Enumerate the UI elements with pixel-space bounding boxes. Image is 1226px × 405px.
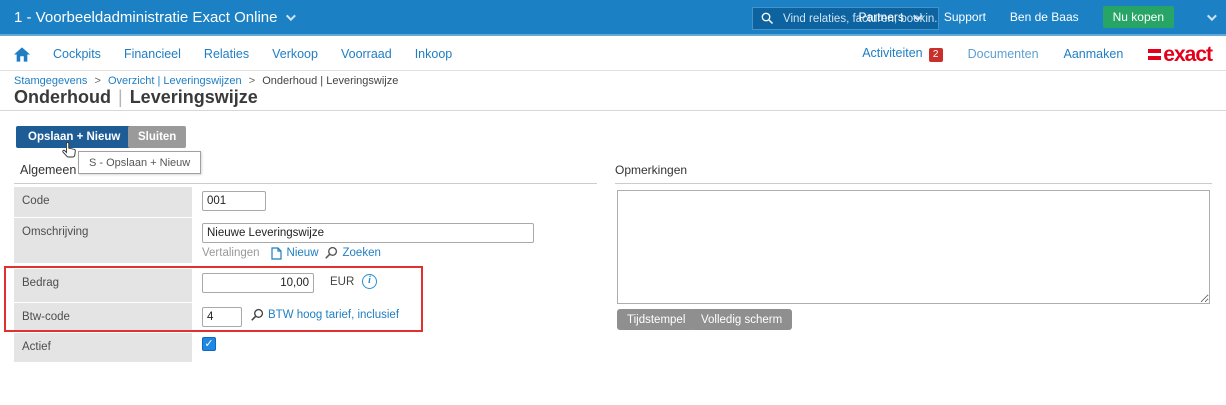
administration-switcher[interactable]: 1 - Voorbeeldadministratie Exact Online: [14, 0, 293, 34]
form-row-code: Code: [14, 187, 598, 217]
administration-title: 1 - Voorbeeldadministratie Exact Online: [14, 9, 277, 26]
nav-left: Cockpits Financieel Relaties Verkoop Voo…: [0, 47, 452, 62]
opmerkingen-label: Opmerkingen: [615, 163, 687, 177]
breadcrumb-link-stamgegevens[interactable]: Stamgegevens: [14, 75, 87, 87]
exact-logo: exact: [1148, 44, 1212, 65]
topbar-right: Partners Support Ben de Baas Nu kopen: [859, 0, 1214, 34]
close-button[interactable]: Sluiten: [128, 126, 186, 148]
nav-item-aanmaken[interactable]: Aanmaken: [1064, 47, 1124, 61]
omschrijving-label: Omschrijving: [14, 218, 192, 263]
btw-code-input[interactable]: [202, 307, 242, 327]
support-link[interactable]: Support: [944, 10, 986, 24]
bedrag-label: Bedrag: [14, 269, 192, 302]
tab-underline: [14, 183, 597, 184]
breadcrumb-current: Onderhoud | Leveringswijze: [262, 75, 398, 87]
nav-right: Activiteiten2 Documenten Aanmaken exact: [862, 38, 1212, 70]
activiteiten-count-badge: 2: [929, 48, 943, 62]
form-row-omschrijving: Omschrijving Vertalingen Nieuw Zoeken: [14, 218, 598, 263]
partners-menu[interactable]: Partners: [859, 10, 920, 24]
search-icon: [761, 12, 774, 25]
page-title: Onderhoud|Leveringswijze: [14, 87, 258, 108]
chevron-down-icon[interactable]: [1207, 11, 1217, 21]
nav-item-activiteiten[interactable]: Activiteiten2: [862, 46, 942, 62]
nav-item-verkoop[interactable]: Verkoop: [272, 47, 318, 61]
omschrijving-input[interactable]: [202, 223, 534, 243]
nav-item-financieel[interactable]: Financieel: [124, 47, 181, 61]
vertalingen-label: Vertalingen: [202, 247, 260, 259]
chevron-down-icon: [286, 11, 296, 21]
vertalingen-nieuw-link[interactable]: Nieuw: [287, 247, 319, 259]
timestamp-button[interactable]: Tijdstempel: [617, 309, 695, 330]
topbar: 1 - Voorbeeldadministratie Exact Online …: [0, 0, 1226, 36]
nav-item-documenten[interactable]: Documenten: [968, 47, 1039, 61]
code-label: Code: [14, 187, 192, 217]
info-icon[interactable]: i: [362, 274, 377, 289]
hand-cursor-icon: [60, 141, 78, 161]
exact-online-window: 1 - Voorbeeldadministratie Exact Online …: [0, 0, 1226, 405]
breadcrumb-link-overzicht[interactable]: Overzicht | Leveringswijzen: [108, 75, 242, 87]
bedrag-input[interactable]: [202, 273, 314, 293]
user-menu[interactable]: Ben de Baas: [1010, 10, 1079, 24]
btw-code-label: Btw-code: [14, 303, 192, 332]
form-row-btw-code: Btw-code BTW hoog tarief, inclusief: [14, 303, 598, 332]
vertalingen-zoeken-icon[interactable]: [324, 246, 338, 260]
btw-lookup-icon[interactable]: [250, 308, 264, 322]
actief-checkbox[interactable]: ✓: [202, 337, 216, 351]
vertalingen-zoeken-link[interactable]: Zoeken: [343, 247, 381, 259]
nav-item-inkoop[interactable]: Inkoop: [415, 47, 453, 61]
chevron-down-icon: [913, 11, 923, 21]
form-row-actief: Actief ✓: [14, 333, 598, 362]
breadcrumb: Stamgegevens > Overzicht | Leveringswijz…: [14, 75, 398, 87]
opmerkingen-underline: [615, 183, 1212, 184]
opmerkingen-textarea[interactable]: [617, 190, 1210, 304]
actief-label: Actief: [14, 333, 192, 362]
code-input[interactable]: [202, 191, 266, 211]
btw-description-link[interactable]: BTW hoog tarief, inclusief: [268, 309, 399, 321]
exact-logo-equals-icon: [1148, 49, 1161, 60]
nav-item-cockpits[interactable]: Cockpits: [53, 47, 101, 61]
title-divider: [0, 110, 1226, 111]
form-row-bedrag: Bedrag EUR i: [14, 269, 598, 302]
nav-item-voorraad[interactable]: Voorraad: [341, 47, 392, 61]
shortcut-tooltip: S - Opslaan + Nieuw: [78, 151, 201, 174]
currency-label: EUR: [330, 276, 354, 288]
nav-item-relaties[interactable]: Relaties: [204, 47, 249, 61]
main-nav: Cockpits Financieel Relaties Verkoop Voo…: [0, 38, 1226, 71]
tab-algemeen[interactable]: Algemeen: [20, 163, 76, 177]
new-document-icon[interactable]: [271, 247, 282, 260]
buy-now-button[interactable]: Nu kopen: [1103, 6, 1174, 28]
fullscreen-button[interactable]: Volledig scherm: [691, 309, 792, 330]
home-icon[interactable]: [14, 47, 30, 62]
